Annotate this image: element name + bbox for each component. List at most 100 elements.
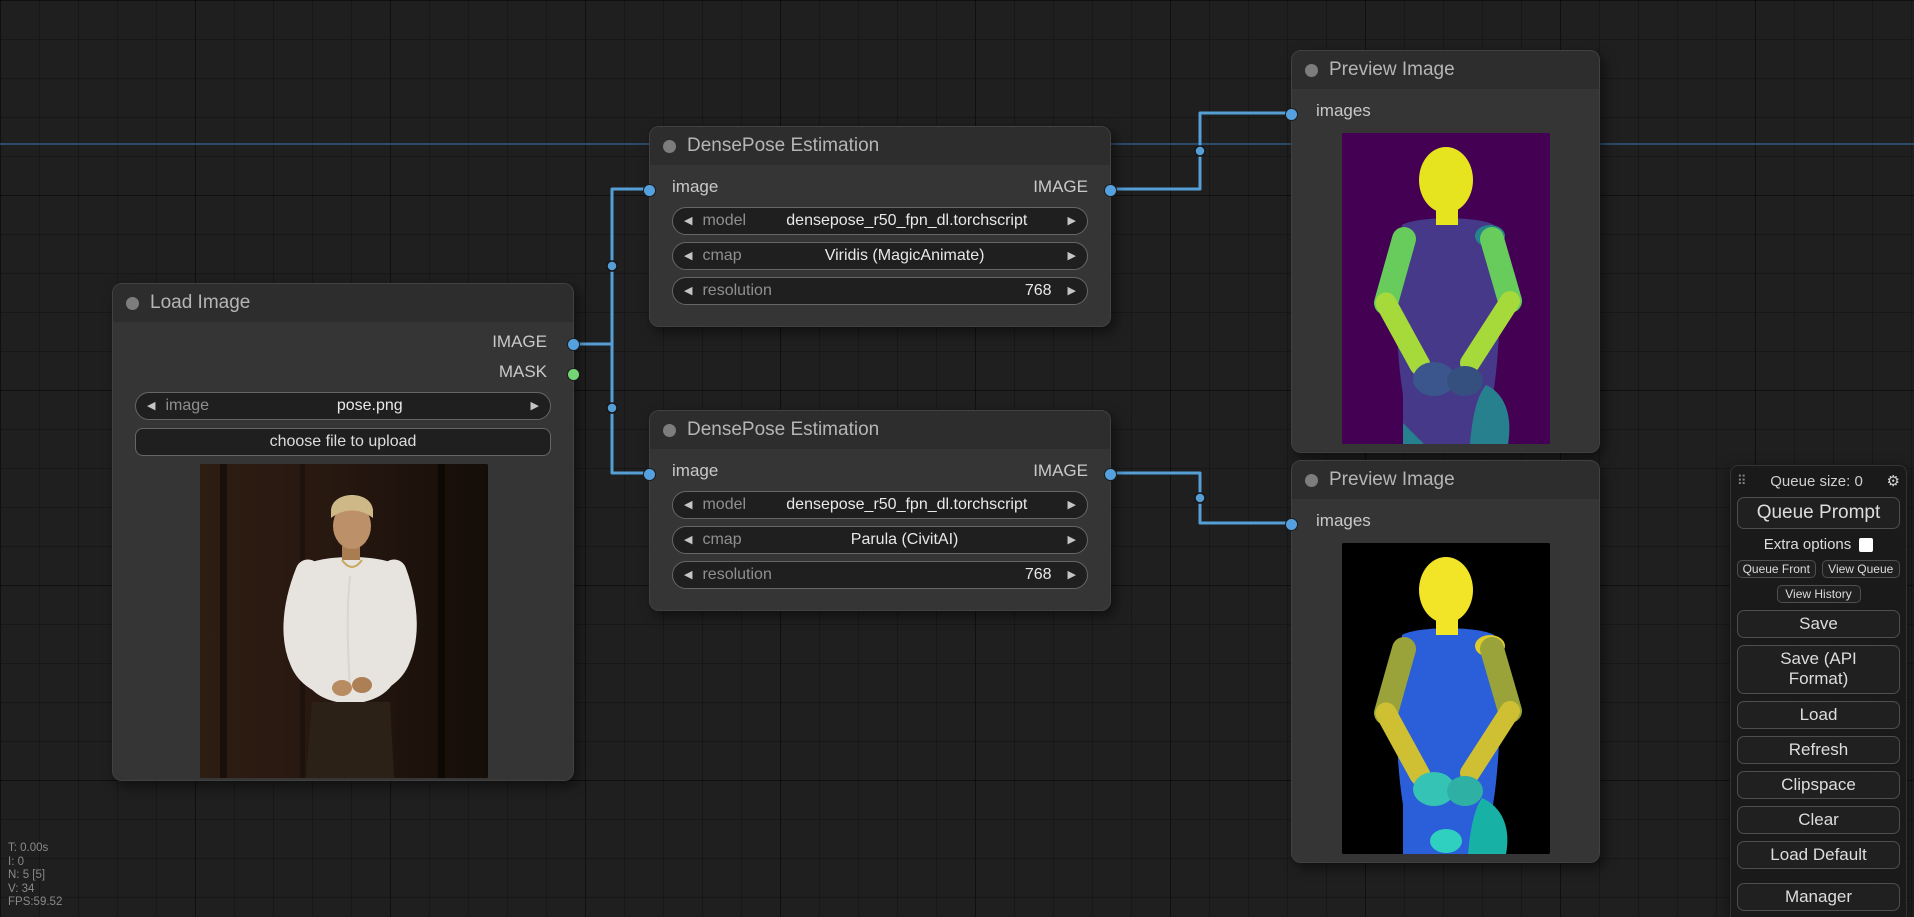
- link-midpoint-dot: [606, 402, 618, 414]
- next-arrow-icon[interactable]: ▶: [1068, 215, 1076, 227]
- node-densepose-top[interactable]: DensePose Estimation image IMAGE ◀ model…: [643, 126, 1117, 327]
- queue-prompt-button[interactable]: Queue Prompt: [1737, 497, 1900, 529]
- densepose-parula-result: [1342, 543, 1550, 854]
- stat-fps: FPS:59.52: [8, 896, 63, 908]
- prev-arrow-icon[interactable]: ◀: [684, 215, 692, 227]
- node-preview-top[interactable]: Preview Image images: [1285, 50, 1600, 453]
- pose-photo-drawing: [200, 464, 488, 778]
- stat-nodes: N: 5 [5]: [8, 869, 46, 881]
- next-arrow-icon[interactable]: ▶: [1068, 250, 1076, 262]
- input-slot-images[interactable]: [1285, 108, 1298, 121]
- widget-label: model: [702, 496, 747, 513]
- widget-value: pose.png: [336, 397, 403, 414]
- input-slot-label-image: image: [672, 461, 719, 480]
- history-button-row: View History: [1737, 585, 1900, 603]
- view-queue-button[interactable]: View Queue: [1821, 560, 1900, 578]
- widget-value: Viridis (MagicAnimate): [824, 247, 985, 264]
- manager-button[interactable]: Manager: [1737, 882, 1900, 911]
- output-slot-mask[interactable]: [567, 368, 580, 381]
- input-slot-image[interactable]: [643, 468, 656, 481]
- canvas-stats: T: 0.00s I: 0 N: 5 [5] V: 34 FPS:59.52: [8, 842, 62, 910]
- node-title-text: Preview Image: [1329, 469, 1455, 490]
- node-title-bar[interactable]: Load Image: [113, 284, 573, 322]
- extra-options-row: Extra options: [1737, 536, 1900, 553]
- widget-label: cmap: [702, 247, 742, 264]
- next-arrow-icon[interactable]: ▶: [531, 400, 539, 412]
- widget-value: Parula (CivitAI): [850, 531, 959, 548]
- output-slot-image[interactable]: [567, 338, 580, 351]
- node-status-dot: [1305, 473, 1318, 487]
- output-slot-image[interactable]: [1104, 184, 1117, 197]
- load-default-button[interactable]: Load Default: [1737, 840, 1900, 869]
- clipspace-button[interactable]: Clipspace: [1737, 770, 1900, 799]
- node-title-bar[interactable]: DensePose Estimation: [650, 127, 1110, 165]
- queue-size-label: Queue size: 0: [1770, 472, 1863, 490]
- extra-options-checkbox[interactable]: [1859, 537, 1874, 552]
- prev-arrow-icon[interactable]: ◀: [147, 400, 155, 412]
- save-api-format-button[interactable]: Save (API Format): [1737, 645, 1900, 694]
- decrement-arrow-icon[interactable]: ◀: [684, 285, 692, 297]
- comfy-menu-panel: ⠿ Queue size: 0 ⚙ Queue Prompt Extra opt…: [1730, 465, 1907, 917]
- widget-label: resolution: [702, 566, 772, 583]
- output-slot-label-image: IMAGE: [492, 332, 547, 351]
- node-densepose-bottom[interactable]: DensePose Estimation image IMAGE ◀ model…: [643, 410, 1117, 611]
- densepose-parula-drawing: [1342, 543, 1550, 854]
- prev-arrow-icon[interactable]: ◀: [684, 250, 692, 262]
- link-midpoint-dot: [606, 260, 618, 272]
- input-slot-images[interactable]: [1285, 518, 1298, 531]
- resolution-widget[interactable]: ◀ resolution 768 ▶: [672, 277, 1088, 305]
- stat-time: T: 0.00s: [8, 842, 49, 854]
- node-title-text: DensePose Estimation: [687, 135, 880, 156]
- node-status-dot: [126, 296, 139, 310]
- node-title-text: Preview Image: [1329, 59, 1455, 80]
- clear-button[interactable]: Clear: [1737, 805, 1900, 834]
- widget-label: model: [702, 212, 747, 229]
- widget-value: densepose_r50_fpn_dl.torchscript: [786, 212, 1028, 229]
- increment-arrow-icon[interactable]: ▶: [1068, 285, 1076, 297]
- input-slot-label-images: images: [1316, 101, 1371, 120]
- extra-options-label: Extra options: [1763, 536, 1852, 553]
- resolution-widget[interactable]: ◀ resolution 768 ▶: [672, 561, 1088, 589]
- node-title-bar[interactable]: DensePose Estimation: [650, 411, 1110, 449]
- choose-file-button[interactable]: choose file to upload: [135, 428, 551, 456]
- node-title-text: Load Image: [150, 292, 251, 313]
- widget-value: densepose_r50_fpn_dl.torchscript: [786, 496, 1028, 513]
- queue-front-button[interactable]: Queue Front: [1737, 560, 1816, 578]
- output-slot-label-mask: MASK: [498, 362, 547, 381]
- prev-arrow-icon[interactable]: ◀: [684, 534, 692, 546]
- view-history-button[interactable]: View History: [1776, 585, 1861, 603]
- link-midpoint-dot: [1194, 145, 1206, 157]
- output-slot-label-image: IMAGE: [1033, 461, 1088, 480]
- next-arrow-icon[interactable]: ▶: [1068, 499, 1076, 511]
- save-button[interactable]: Save: [1737, 610, 1900, 638]
- input-slot-image[interactable]: [643, 184, 656, 197]
- load-button[interactable]: Load: [1737, 700, 1900, 729]
- node-status-dot: [1305, 63, 1318, 77]
- input-slot-label-images: images: [1316, 511, 1371, 530]
- increment-arrow-icon[interactable]: ▶: [1068, 569, 1076, 581]
- model-widget[interactable]: ◀ model densepose_r50_fpn_dl.torchscript…: [672, 491, 1088, 519]
- stat-iterations: I: 0: [8, 855, 24, 868]
- prev-arrow-icon[interactable]: ◀: [684, 499, 692, 511]
- node-load-image[interactable]: Load Image IMAGE MASK ◀ image pose.png ▶…: [112, 283, 580, 781]
- node-title-bar[interactable]: Preview Image: [1292, 51, 1599, 89]
- densepose-viridis-drawing: [1342, 133, 1550, 444]
- next-arrow-icon[interactable]: ▶: [1068, 534, 1076, 546]
- cmap-widget[interactable]: ◀ cmap Parula (CivitAI) ▶: [672, 526, 1088, 554]
- node-status-dot: [663, 423, 676, 437]
- decrement-arrow-icon[interactable]: ◀: [684, 569, 692, 581]
- loaded-pose-photo: [200, 464, 488, 778]
- output-slot-image[interactable]: [1104, 468, 1117, 481]
- image-file-widget[interactable]: ◀ image pose.png ▶: [135, 392, 551, 420]
- densepose-viridis-result: [1342, 133, 1550, 444]
- node-status-dot: [663, 139, 676, 153]
- node-title-text: DensePose Estimation: [687, 419, 880, 440]
- node-preview-bottom[interactable]: Preview Image images: [1285, 460, 1600, 863]
- cmap-widget[interactable]: ◀ cmap Viridis (MagicAnimate) ▶: [672, 242, 1088, 270]
- model-widget[interactable]: ◀ model densepose_r50_fpn_dl.torchscript…: [672, 207, 1088, 235]
- settings-gear-icon[interactable]: ⚙: [1887, 472, 1900, 490]
- node-title-bar[interactable]: Preview Image: [1292, 461, 1599, 499]
- widget-label: resolution: [702, 282, 772, 299]
- menu-drag-handle-icon[interactable]: ⠿: [1737, 473, 1747, 489]
- refresh-button[interactable]: Refresh: [1737, 735, 1900, 764]
